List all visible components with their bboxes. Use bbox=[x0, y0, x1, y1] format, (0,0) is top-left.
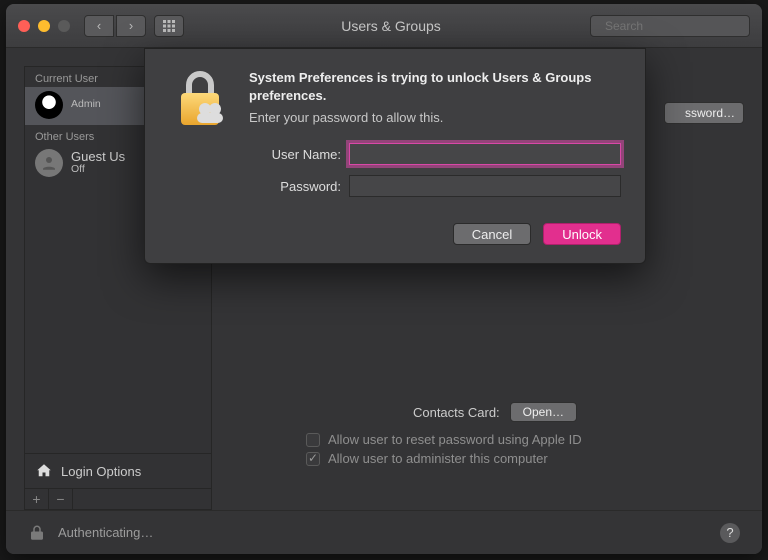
grid-icon bbox=[163, 20, 175, 32]
panel-lower: Contacts Card: Open… Allow user to reset… bbox=[246, 402, 744, 470]
lock-status-text: Authenticating… bbox=[58, 525, 153, 540]
dialog-buttons: Cancel Unlock bbox=[169, 223, 621, 245]
open-contacts-button[interactable]: Open… bbox=[510, 402, 577, 422]
forward-button[interactable]: › bbox=[116, 15, 146, 37]
guest-avatar-icon bbox=[35, 149, 63, 177]
password-input[interactable] bbox=[349, 175, 621, 197]
guest-status: Off bbox=[71, 164, 125, 176]
zoom-window-icon bbox=[58, 20, 70, 32]
username-row: User Name: bbox=[249, 143, 621, 165]
preferences-window: ‹ › Users & Groups Current User Admin bbox=[6, 4, 762, 554]
reset-password-label: Allow user to reset password using Apple… bbox=[328, 432, 582, 447]
titlebar: ‹ › Users & Groups bbox=[6, 4, 762, 48]
person-icon bbox=[40, 154, 58, 172]
dialog-top: System Preferences is trying to unlock U… bbox=[169, 69, 621, 207]
cancel-button[interactable]: Cancel bbox=[453, 223, 531, 245]
administer-row: Allow user to administer this computer bbox=[306, 451, 744, 466]
administer-checkbox bbox=[306, 452, 320, 466]
change-password-button[interactable]: ssword… bbox=[664, 102, 744, 124]
user-avatar-icon bbox=[35, 91, 63, 119]
help-button[interactable]: ? bbox=[720, 523, 740, 543]
username-input[interactable] bbox=[349, 143, 621, 165]
password-row: Password: bbox=[249, 175, 621, 197]
minimize-window-icon[interactable] bbox=[38, 20, 50, 32]
house-icon bbox=[35, 462, 53, 480]
dialog-lock-icon bbox=[169, 69, 231, 207]
add-remove-bar: + − bbox=[25, 488, 211, 509]
dialog-title: System Preferences is trying to unlock U… bbox=[249, 69, 621, 104]
remove-user-button: − bbox=[49, 489, 73, 509]
user-info: Admin bbox=[71, 99, 101, 111]
administer-label: Allow user to administer this computer bbox=[328, 451, 548, 466]
contacts-card-row: Contacts Card: Open… bbox=[246, 402, 744, 422]
contacts-card-label: Contacts Card: bbox=[413, 405, 500, 420]
user-role-label: Admin bbox=[71, 99, 101, 111]
reset-password-row: Allow user to reset password using Apple… bbox=[306, 432, 744, 447]
dialog-subtitle: Enter your password to allow this. bbox=[249, 110, 621, 125]
guest-info: Guest Us Off bbox=[71, 150, 125, 176]
login-options-label: Login Options bbox=[61, 464, 141, 479]
auth-dialog: System Preferences is trying to unlock U… bbox=[144, 48, 646, 264]
window-title: Users & Groups bbox=[192, 18, 590, 34]
dialog-text: System Preferences is trying to unlock U… bbox=[249, 69, 621, 207]
back-button[interactable]: ‹ bbox=[84, 15, 114, 37]
guest-name: Guest Us bbox=[71, 150, 125, 164]
lock-icon[interactable] bbox=[28, 524, 46, 542]
window-controls bbox=[18, 20, 70, 32]
show-all-button[interactable] bbox=[154, 15, 184, 37]
password-label: Password: bbox=[249, 179, 341, 194]
search-field[interactable] bbox=[590, 15, 750, 37]
add-user-button: + bbox=[25, 489, 49, 509]
unlock-button[interactable]: Unlock bbox=[543, 223, 621, 245]
search-input[interactable] bbox=[605, 19, 760, 33]
close-window-icon[interactable] bbox=[18, 20, 30, 32]
lock-footer: Authenticating… ? bbox=[6, 510, 762, 554]
login-options-button[interactable]: Login Options bbox=[25, 453, 211, 488]
nav-buttons: ‹ › bbox=[84, 15, 146, 37]
username-label: User Name: bbox=[249, 147, 341, 162]
reset-password-checkbox bbox=[306, 433, 320, 447]
